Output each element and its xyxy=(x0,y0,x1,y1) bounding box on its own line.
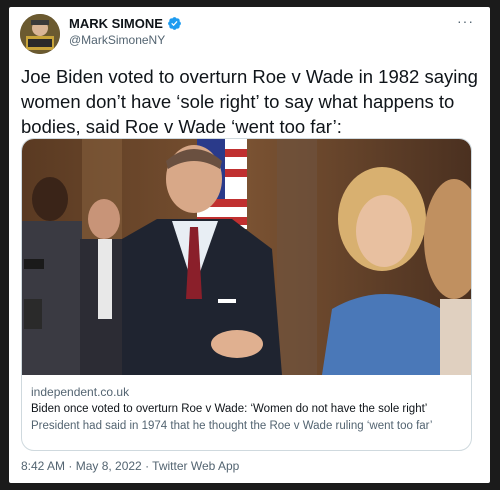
tweet-text: Joe Biden voted to overturn Roe v Wade i… xyxy=(21,66,478,137)
tweet-container: MARK SIMONE @MarkSimoneNY ··· Joe Biden … xyxy=(9,7,490,483)
tweet-timestamp[interactable]: 8:42 AM · May 8, 2022 · Twitter Web App xyxy=(21,459,239,473)
card-description: President had said in 1974 that he thoug… xyxy=(31,420,433,432)
avatar[interactable] xyxy=(20,14,60,54)
author-handle[interactable]: @MarkSimoneNY xyxy=(69,33,165,47)
author-name-row[interactable]: MARK SIMONE xyxy=(69,16,182,31)
card-image[interactable] xyxy=(22,139,472,375)
more-options-icon[interactable]: ··· xyxy=(457,13,474,29)
author-display-name[interactable]: MARK SIMONE xyxy=(69,16,163,31)
verified-badge-icon xyxy=(167,17,181,30)
card-meta: independent.co.uk Biden once voted to ov… xyxy=(31,384,463,435)
avatar-image xyxy=(20,14,60,54)
card-title: Biden once voted to overturn Roe v Wade:… xyxy=(31,403,428,415)
link-card[interactable]: independent.co.uk Biden once voted to ov… xyxy=(21,138,472,451)
card-domain: independent.co.uk xyxy=(31,385,130,399)
